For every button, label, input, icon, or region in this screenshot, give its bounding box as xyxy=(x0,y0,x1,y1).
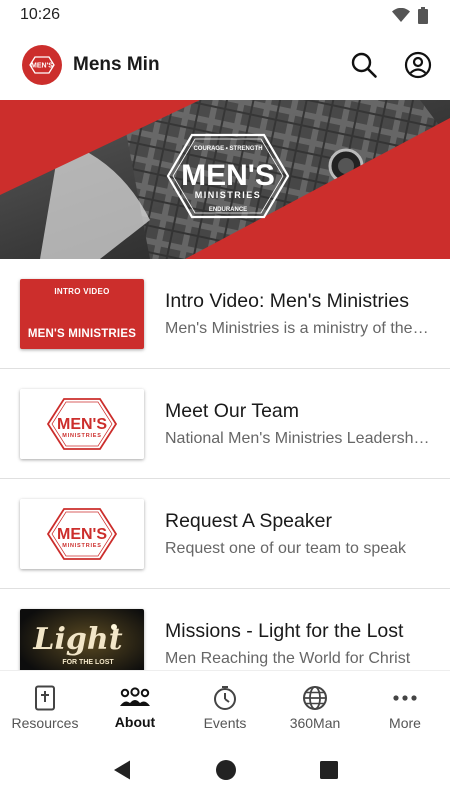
list-item-title: Intro Video: Men's Ministries xyxy=(165,289,409,312)
list-item-title: Request A Speaker xyxy=(165,509,332,532)
search-button[interactable] xyxy=(348,49,380,81)
mens-ministries-logo-icon: MEN'S MINISTRIES xyxy=(20,388,144,459)
request-speaker-thumbnail: MEN'S MINISTRIES xyxy=(20,498,144,569)
thumb-main-text: Light xyxy=(32,622,122,657)
system-navigation-bar xyxy=(0,740,450,800)
tab-360man[interactable]: 360Man xyxy=(270,671,360,740)
list-item-text: Intro Video: Men's Ministries Men's Mini… xyxy=(165,290,450,338)
missions-thumbnail: Light FOR THE LOST xyxy=(20,608,144,670)
clock-icon xyxy=(214,685,236,710)
hero-banner[interactable]: COURAGE • STRENGTH MEN'S MINISTRIES ENDU… xyxy=(0,100,450,259)
tab-label: More xyxy=(389,714,421,731)
bible-icon xyxy=(35,685,55,710)
thumb-sub-text: FOR THE LOST xyxy=(62,659,114,666)
recents-icon[interactable] xyxy=(319,760,339,780)
list-item-missions[interactable]: Light FOR THE LOST Missions - Light for … xyxy=(0,589,450,670)
tab-more[interactable]: More xyxy=(360,671,450,740)
app-bar: MEN'S Mens Min xyxy=(0,30,450,100)
status-bar: 10:26 xyxy=(0,0,450,30)
list-item-request-speaker[interactable]: MEN'S MINISTRIES Request A Speaker Reque… xyxy=(0,479,450,589)
light-for-the-lost-image: Light FOR THE LOST xyxy=(20,608,144,670)
globe-icon xyxy=(303,685,327,710)
wifi-icon xyxy=(392,8,410,22)
hero-image: COURAGE • STRENGTH MEN'S MINISTRIES ENDU… xyxy=(0,100,450,259)
tab-label: 360Man xyxy=(289,714,341,731)
tab-label: Resources xyxy=(11,714,79,731)
thumb-sub-text: MINISTRIES xyxy=(62,543,101,549)
meet-our-team-thumbnail: MEN'S MINISTRIES xyxy=(20,388,144,459)
list-item-subtitle: National Men's Ministries Leadership Tea… xyxy=(165,429,432,447)
intro-video-thumbnail: INTRO VIDEO MEN'S MINISTRIES xyxy=(20,278,144,349)
hero-logo-sub-text: MINISTRIES xyxy=(195,190,262,200)
list-item-text: Missions - Light for the Lost Men Reachi… xyxy=(165,620,450,668)
battery-icon xyxy=(418,6,428,24)
app-title: Mens Min xyxy=(73,54,160,75)
thumb-line1: INTRO VIDEO xyxy=(54,286,110,296)
bottom-navigation: Resources About Events 360Man More xyxy=(0,670,450,740)
list-item-subtitle: Men's Ministries is a ministry of the As… xyxy=(165,319,432,337)
app-logo-text: MEN'S xyxy=(31,63,53,70)
more-icon xyxy=(393,694,417,701)
list-item-text: Meet Our Team National Men's Ministries … xyxy=(165,400,450,448)
hero-logo-top-text: COURAGE • STRENGTH xyxy=(193,146,262,152)
tab-label: Events xyxy=(203,714,247,731)
app-actions xyxy=(348,49,434,81)
thumb-sub-text: MINISTRIES xyxy=(62,433,101,439)
list-item-meet-our-team[interactable]: MEN'S MINISTRIES Meet Our Team National … xyxy=(0,369,450,479)
list-item-intro-video[interactable]: INTRO VIDEO MEN'S MINISTRIES Intro Video… xyxy=(0,259,450,369)
home-icon[interactable] xyxy=(215,759,237,781)
status-icons xyxy=(392,6,428,24)
hero-logo-bottom-text: ENDURANCE xyxy=(209,207,247,213)
mens-ministries-logo-icon: MEN'S MINISTRIES xyxy=(20,498,144,569)
mens-ministries-logo-icon: MEN'S xyxy=(29,56,55,74)
list-item-text: Request A Speaker Request one of our tea… xyxy=(165,510,450,558)
app-logo[interactable]: MEN'S xyxy=(22,45,62,85)
search-icon xyxy=(351,52,377,78)
account-button[interactable] xyxy=(402,49,434,81)
group-icon xyxy=(120,686,150,706)
account-icon xyxy=(404,51,432,79)
list-item-subtitle: Request one of our team to speak xyxy=(165,539,407,557)
thumb-main-text: MEN'S xyxy=(57,526,107,543)
status-time: 10:26 xyxy=(20,6,61,23)
tab-events[interactable]: Events xyxy=(180,671,270,740)
hero-logo-main-text: MEN'S xyxy=(181,159,275,192)
tab-resources[interactable]: Resources xyxy=(0,671,90,740)
thumb-line2: MEN'S MINISTRIES xyxy=(27,327,137,340)
list-item-title: Meet Our Team xyxy=(165,399,300,422)
thumb-main-text: MEN'S xyxy=(57,416,107,433)
tab-label: About xyxy=(114,713,156,730)
tab-about[interactable]: About xyxy=(90,671,180,740)
back-icon[interactable] xyxy=(111,759,133,781)
content-list: INTRO VIDEO MEN'S MINISTRIES Intro Video… xyxy=(0,259,450,670)
list-item-subtitle: Men Reaching the World for Christ xyxy=(165,649,411,667)
list-item-title: Missions - Light for the Lost xyxy=(165,619,404,642)
